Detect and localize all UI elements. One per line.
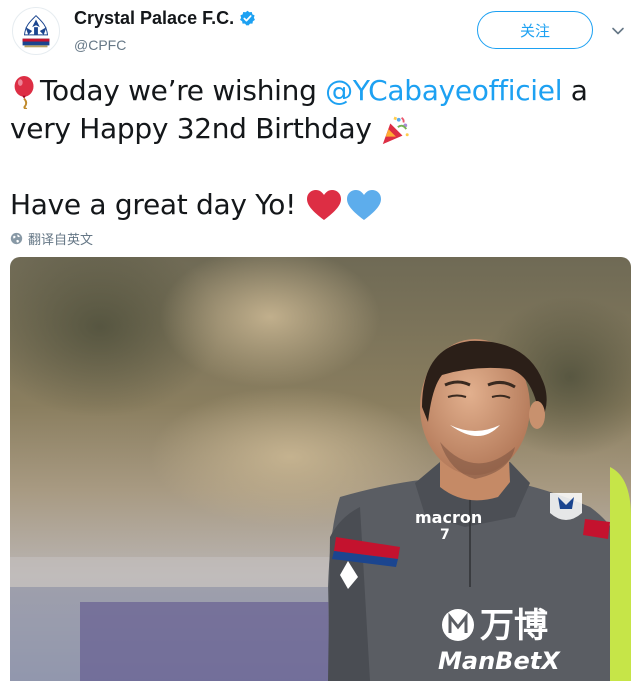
tweet-photo[interactable]: macron 7 万博 ManBetX <box>10 257 631 681</box>
balloon-emoji <box>14 75 34 109</box>
photo-player-training: macron 7 万博 ManBetX <box>10 257 631 681</box>
tweet-line-2: very Happy 32nd Birthday <box>10 110 630 148</box>
translate-link[interactable]: 翻译自英文 <box>10 229 93 248</box>
tweet-text-part: a <box>562 74 588 107</box>
sponsor-cn: 万博 <box>480 606 548 646</box>
avatar[interactable] <box>12 7 60 55</box>
party-popper-emoji <box>383 116 409 145</box>
tweet-text-part: Have a great day Yo! <box>10 188 305 221</box>
account-handle[interactable]: @CPFC <box>74 37 126 53</box>
tweet-line-3: Have a great day Yo! <box>10 186 630 224</box>
tweet-text-part: Today we’re wishing <box>40 74 326 107</box>
mention-link[interactable]: @YCabayeofficiel <box>325 74 562 107</box>
chevron-down-icon[interactable] <box>610 23 626 39</box>
follow-button[interactable]: 关注 <box>477 11 593 49</box>
sponsor-en: ManBetX <box>438 647 561 675</box>
translate-label: 翻译自英文 <box>28 233 94 248</box>
shirt-number: 7 <box>440 527 450 543</box>
blue-heart-emoji <box>346 190 381 220</box>
tweet-header: Crystal Palace F.C. @CPFC 关注 <box>0 0 640 62</box>
tweet-text: Today we’re wishing @YCabayeofficiel a v… <box>10 72 630 224</box>
verified-badge-icon <box>240 10 256 26</box>
globe-icon <box>10 232 23 245</box>
display-name[interactable]: Crystal Palace F.C. <box>74 8 234 29</box>
red-heart-emoji <box>306 190 341 220</box>
shirt-brand: macron <box>415 508 482 527</box>
name-row: Crystal Palace F.C. <box>74 8 256 29</box>
tweet-line-1: Today we’re wishing @YCabayeofficiel a <box>10 72 630 110</box>
tweet-text-part: very Happy 32nd Birthday <box>10 112 381 145</box>
crystal-palace-crest-icon <box>22 14 50 48</box>
